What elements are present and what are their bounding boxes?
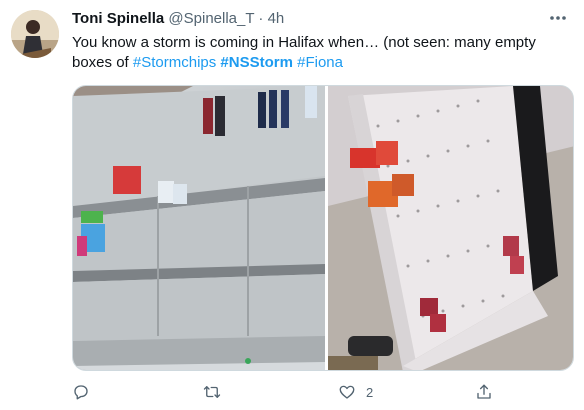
author-handle[interactable]: @Spinella_T bbox=[168, 10, 254, 27]
photo-empty-battery-rack[interactable] bbox=[328, 86, 573, 370]
reply-icon bbox=[74, 385, 88, 400]
tweet[interactable]: Toni Spinella @Spinella_T · 4h You know … bbox=[0, 0, 584, 410]
heart-icon bbox=[339, 385, 355, 399]
share-button[interactable] bbox=[475, 380, 503, 404]
tweet-text: You know a storm is coming in Halifax wh… bbox=[72, 33, 577, 73]
like-button[interactable]: 2 bbox=[338, 380, 373, 404]
photo-empty-shelves[interactable] bbox=[73, 86, 325, 370]
media-grid bbox=[72, 85, 574, 371]
hashtag-nsstorm[interactable]: #NSStorm bbox=[220, 54, 293, 71]
more-dots-icon[interactable] bbox=[546, 8, 570, 28]
share-icon bbox=[477, 384, 491, 399]
tweet-actions: 2 bbox=[72, 380, 577, 404]
hashtag-fiona[interactable]: #Fiona bbox=[297, 54, 343, 71]
separator-dot: · bbox=[258, 10, 264, 27]
avatar[interactable] bbox=[11, 10, 59, 58]
hashtag-stormchips[interactable]: #Stormchips bbox=[133, 54, 216, 71]
like-count: 2 bbox=[366, 384, 374, 400]
timestamp[interactable]: 4h bbox=[268, 10, 285, 27]
retweet-icon bbox=[203, 386, 221, 398]
retweet-button[interactable] bbox=[203, 380, 231, 404]
reply-button[interactable] bbox=[72, 380, 100, 404]
tweet-header: Toni Spinella @Spinella_T · 4h bbox=[72, 10, 544, 30]
author-name[interactable]: Toni Spinella bbox=[72, 10, 164, 27]
